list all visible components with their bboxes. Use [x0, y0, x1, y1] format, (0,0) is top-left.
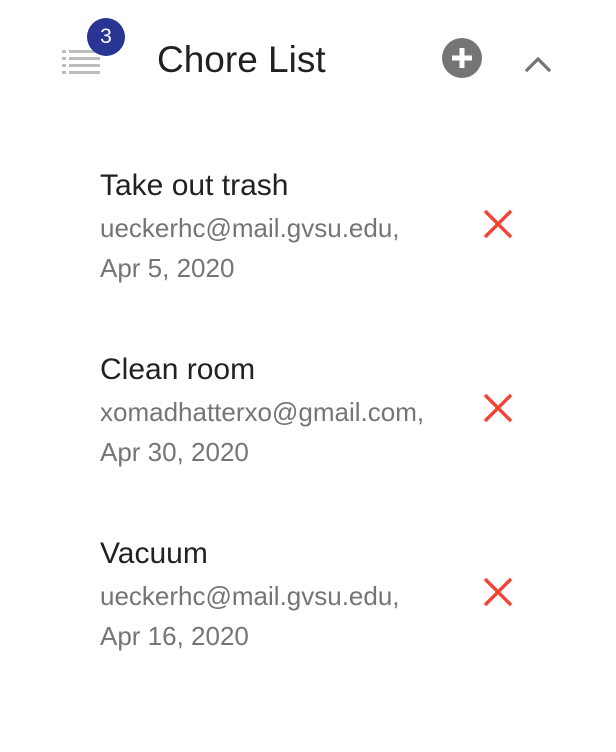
chore-title: Take out trash: [100, 169, 289, 202]
close-icon: [483, 209, 513, 239]
chore-assignee-email: ueckerhc@mail.gvsu.edu,: [100, 581, 400, 611]
chore-title: Vacuum: [100, 537, 208, 570]
close-icon: [483, 393, 513, 423]
chore-item: Take out trash ueckerhc@mail.gvsu.edu, A…: [100, 168, 560, 318]
chore-assignee-email: ueckerhc@mail.gvsu.edu,: [100, 213, 400, 243]
chore-due-date: Apr 16, 2020: [100, 621, 249, 651]
delete-chore-button[interactable]: [480, 390, 516, 426]
chore-item: Clean room xomadhatterxo@gmail.com, Apr …: [100, 352, 560, 502]
chore-due-date: Apr 5, 2020: [100, 253, 235, 283]
add-chore-button[interactable]: [442, 38, 482, 78]
collapse-button[interactable]: [522, 50, 554, 76]
chevron-up-icon: [524, 56, 552, 73]
chore-title: Clean room: [100, 353, 256, 386]
app-header: 3 Chore List: [0, 0, 616, 110]
page-title: Chore List: [157, 39, 326, 80]
chore-assignee-email: xomadhatterxo@gmail.com,: [100, 397, 425, 427]
add-circle-icon: [442, 38, 482, 78]
chore-due-date: Apr 30, 2020: [100, 437, 249, 467]
close-icon: [483, 577, 513, 607]
chore-item: Vacuum ueckerhc@mail.gvsu.edu, Apr 16, 2…: [100, 536, 560, 686]
delete-chore-button[interactable]: [480, 574, 516, 610]
delete-chore-button[interactable]: [480, 206, 516, 242]
chore-count-badge: 3: [87, 18, 125, 56]
